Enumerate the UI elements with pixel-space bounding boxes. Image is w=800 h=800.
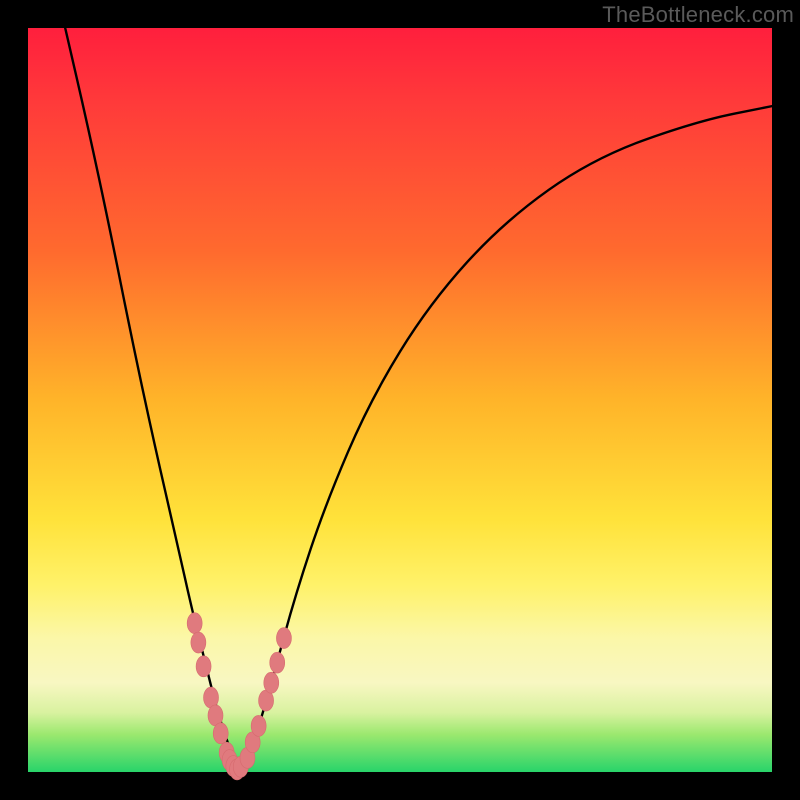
marker-cluster-left xyxy=(187,613,248,780)
plot-area xyxy=(28,28,772,772)
curve-marker xyxy=(270,652,285,673)
bottleneck-curve xyxy=(65,28,772,768)
chart-svg xyxy=(28,28,772,772)
curve-marker xyxy=(276,628,291,649)
watermark-text: TheBottleneck.com xyxy=(602,2,794,28)
curve-marker xyxy=(264,672,279,693)
marker-cluster-right xyxy=(240,628,291,769)
curve-marker xyxy=(187,613,202,634)
curve-marker xyxy=(213,723,228,744)
curve-marker xyxy=(196,656,211,677)
curve-marker xyxy=(191,632,206,653)
chart-frame: TheBottleneck.com xyxy=(0,0,800,800)
curve-marker xyxy=(251,715,266,736)
